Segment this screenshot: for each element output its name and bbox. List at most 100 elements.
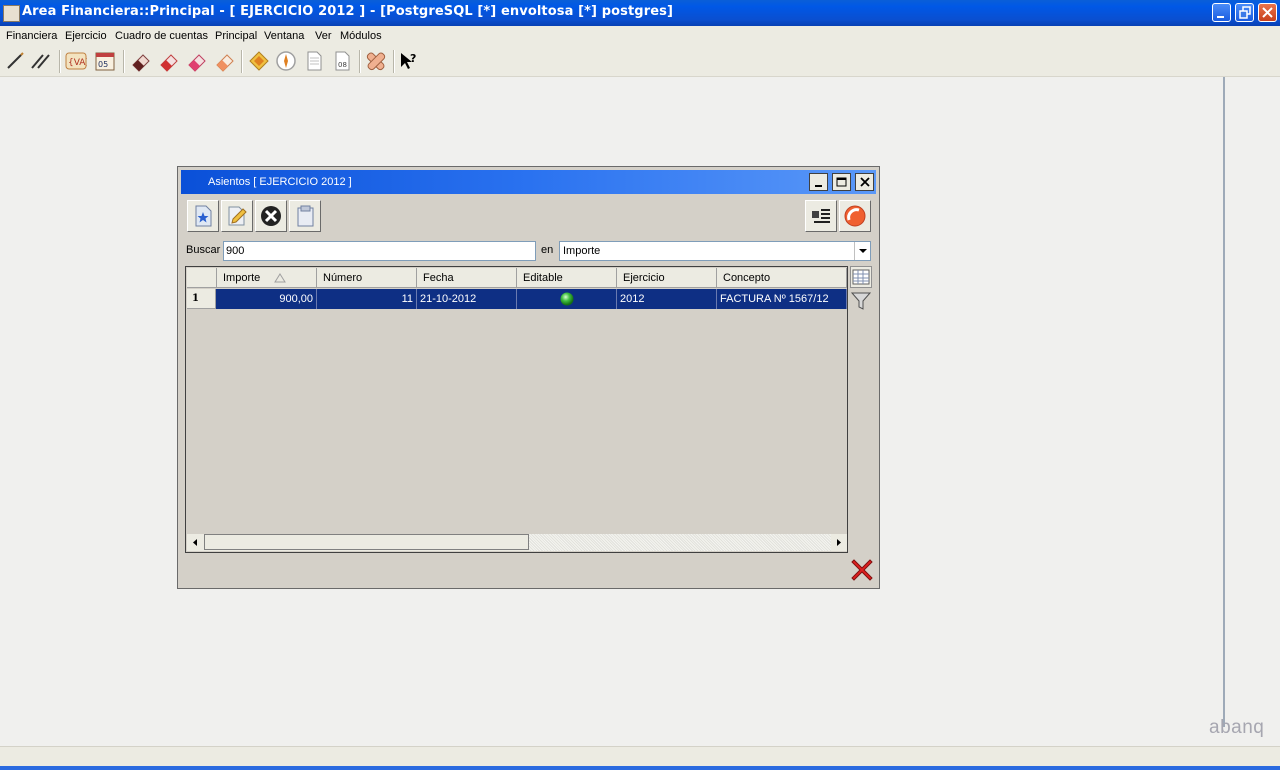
close-window-icon[interactable] xyxy=(848,556,876,584)
copy-record-icon xyxy=(297,205,314,227)
new-record-icon xyxy=(195,205,212,227)
refresh-icon xyxy=(844,205,866,227)
horizontal-scrollbar[interactable] xyxy=(187,534,847,551)
documento-08-icon[interactable]: 08 xyxy=(331,50,353,72)
menu-modulos[interactable]: Módulos xyxy=(340,30,382,42)
menu-financiera[interactable]: Financiera xyxy=(6,30,57,42)
abanq-watermark: abanq xyxy=(1209,717,1265,738)
edit-record-button[interactable] xyxy=(221,200,253,232)
dropdown-arrow-button[interactable] xyxy=(854,242,870,260)
child-close-button[interactable] xyxy=(855,173,874,191)
table-cell-concepto[interactable]: FACTURA Nº 1567/12 xyxy=(717,289,847,309)
table-cell-ejercicio[interactable]: 2012 xyxy=(617,289,717,309)
col-header-ejercicio[interactable]: Ejercicio xyxy=(617,268,717,288)
col-header-label: Concepto xyxy=(723,272,771,284)
menu-ver[interactable]: Ver xyxy=(315,30,332,42)
row-header[interactable]: 1 xyxy=(187,289,216,309)
chevron-down-icon xyxy=(859,249,867,253)
toolbar-separator xyxy=(359,50,361,73)
editable-status-icon xyxy=(560,292,574,306)
maximize-icon xyxy=(836,177,847,187)
cell-fecha-value: 21-10-2012 xyxy=(420,293,477,305)
delete-record-button[interactable] xyxy=(255,200,287,232)
row-number: 1 xyxy=(192,293,199,304)
delete-record-icon xyxy=(261,206,281,226)
search-input[interactable]: 900 xyxy=(223,241,536,261)
svg-text:08: 08 xyxy=(338,61,347,69)
refresh-button[interactable] xyxy=(839,200,871,232)
minimize-button[interactable] xyxy=(1212,3,1231,22)
list-settings-icon xyxy=(812,209,830,223)
table-cell-editable[interactable] xyxy=(517,289,617,309)
scroll-right-icon[interactable] xyxy=(831,534,847,551)
search-input-value: 900 xyxy=(226,245,245,257)
config-columns-button[interactable] xyxy=(805,200,837,232)
search-field-select[interactable]: Importe xyxy=(559,241,871,261)
diario-icon[interactable] xyxy=(4,50,26,72)
menu-ventana[interactable]: Ventana xyxy=(264,30,304,42)
goma-1-icon[interactable] xyxy=(130,50,152,72)
new-record-button[interactable] xyxy=(187,200,219,232)
search-field-value: Importe xyxy=(563,245,601,257)
buscar-label: Buscar xyxy=(186,244,221,256)
asientos-title: Asientos [ EJERCICIO 2012 ] xyxy=(208,176,352,188)
scrollbar-track[interactable] xyxy=(529,534,831,551)
toolbar-separator xyxy=(59,50,61,73)
col-header-concepto[interactable]: Concepto xyxy=(717,268,847,288)
goma-2-icon[interactable] xyxy=(158,50,180,72)
toolbar-separator xyxy=(123,50,125,73)
col-header-label: Editable xyxy=(523,272,563,284)
restore-button[interactable] xyxy=(1235,3,1254,22)
main-toolbar: {VA} 05 08 ? xyxy=(0,46,1280,77)
minimize-icon xyxy=(1217,16,1224,18)
documento-icon[interactable] xyxy=(303,50,325,72)
child-minimize-button[interactable] xyxy=(809,173,828,191)
table-cell-fecha[interactable]: 21-10-2012 xyxy=(417,289,517,309)
scrollbar-thumb[interactable] xyxy=(204,534,529,550)
iva-icon[interactable]: {VA} xyxy=(65,50,87,72)
cell-importe-value: 900,00 xyxy=(279,293,313,305)
menu-cuadro-de-cuentas[interactable]: Cuadro de cuentas xyxy=(115,30,208,42)
asientos-window: Asientos [ EJERCICIO 2012 ] Buscar 900 e… xyxy=(177,166,880,589)
ayuda-cursor-icon[interactable]: ? xyxy=(398,50,420,72)
close-icon xyxy=(860,177,870,187)
svg-text:05: 05 xyxy=(98,60,108,69)
toolbar-separator xyxy=(393,50,395,73)
menu-principal[interactable]: Principal xyxy=(215,30,257,42)
table-grid-icon xyxy=(852,269,870,285)
cell-numero-value: 11 xyxy=(401,293,413,305)
filter-button[interactable] xyxy=(850,290,872,312)
table-cell-numero[interactable]: 11 xyxy=(317,289,417,309)
col-header-numero[interactable]: Número xyxy=(317,268,417,288)
col-header-importe[interactable]: Importe xyxy=(217,268,317,288)
scroll-left-icon[interactable] xyxy=(187,534,203,551)
table-corner[interactable] xyxy=(187,268,217,288)
edit-record-icon xyxy=(228,206,247,226)
calendario-icon[interactable]: 05 xyxy=(94,50,116,72)
toolbar-separator xyxy=(241,50,243,73)
goma-4-icon[interactable] xyxy=(214,50,236,72)
svg-text:?: ? xyxy=(410,52,416,65)
table-cell-importe[interactable]: 900,00 xyxy=(216,289,317,309)
menu-ejercicio[interactable]: Ejercicio xyxy=(65,30,107,42)
goma-3-icon[interactable] xyxy=(186,50,208,72)
col-header-label: Número xyxy=(323,272,363,284)
diamante-icon[interactable] xyxy=(248,50,270,72)
taskbar-edge xyxy=(0,766,1280,770)
col-header-editable[interactable]: Editable xyxy=(517,268,617,288)
mayor-icon[interactable] xyxy=(30,50,52,72)
minimize-icon xyxy=(815,185,822,187)
copy-record-button[interactable] xyxy=(289,200,321,232)
workspace-divider xyxy=(1223,77,1225,727)
col-header-label: Importe xyxy=(223,272,261,284)
brujula-icon[interactable] xyxy=(275,50,297,72)
grid-view-button[interactable] xyxy=(850,266,872,288)
tiritas-icon[interactable] xyxy=(365,50,387,72)
close-app-button[interactable] xyxy=(1258,3,1277,22)
sort-ascending-icon xyxy=(274,273,286,283)
col-header-fecha[interactable]: Fecha xyxy=(417,268,517,288)
child-maximize-button[interactable] xyxy=(832,173,851,191)
cell-ejercicio-value: 2012 xyxy=(620,293,645,305)
main-title-bar: Area Financiera::Principal - [ EJERCICIO… xyxy=(0,0,1280,26)
restore-icon xyxy=(1239,6,1251,19)
